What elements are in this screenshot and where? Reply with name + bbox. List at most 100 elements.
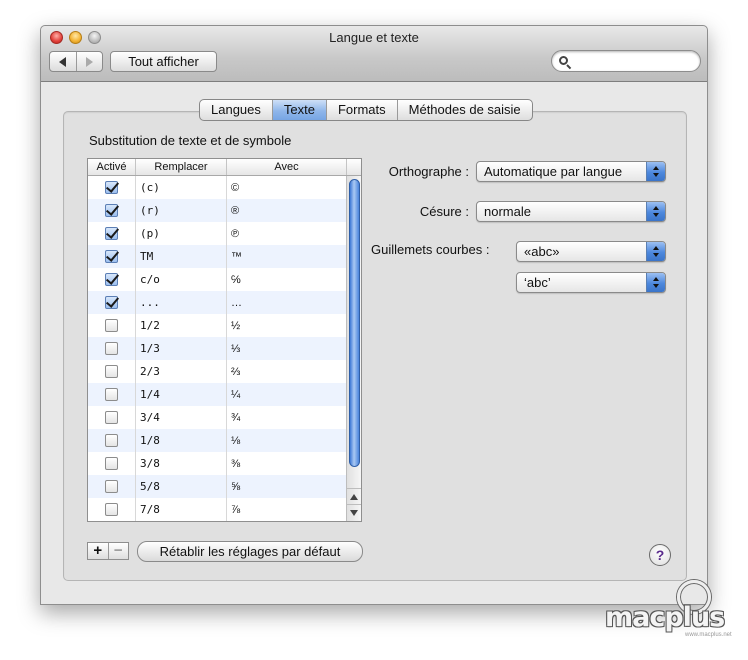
table-row[interactable]: (r) ® <box>88 199 347 222</box>
with-cell[interactable]: ⅞ <box>227 498 347 521</box>
replace-cell[interactable]: (c) <box>136 176 227 199</box>
with-cell[interactable]: © <box>227 176 347 199</box>
table-row[interactable]: 1/2 ½ <box>88 314 347 337</box>
single-quotes-value: ‘abc’ <box>524 275 551 290</box>
tab-methodes-de-saisie[interactable]: Méthodes de saisie <box>396 100 532 120</box>
tab-formats[interactable]: Formats <box>325 100 397 120</box>
enabled-checkbox[interactable] <box>105 250 118 263</box>
scrollbar-thumb[interactable] <box>349 179 360 467</box>
with-cell[interactable]: ℗ <box>227 222 347 245</box>
enabled-checkbox[interactable] <box>105 411 118 424</box>
with-cell[interactable]: ⅜ <box>227 452 347 475</box>
enabled-cell <box>88 291 136 314</box>
replace-cell[interactable]: 1/8 <box>136 429 227 452</box>
table-row[interactable]: 1/4 ¼ <box>88 383 347 406</box>
table-row[interactable]: 3/4 ¾ <box>88 406 347 429</box>
with-cell[interactable]: … <box>227 291 347 314</box>
tab-langues[interactable]: Langues <box>200 100 272 120</box>
column-header-replace[interactable]: Remplacer <box>136 159 227 175</box>
watermark-brand: macplus <box>605 602 725 633</box>
table-row[interactable]: c/o ℅ <box>88 268 347 291</box>
replace-cell[interactable]: 1/2 <box>136 314 227 337</box>
back-forward-group <box>49 51 103 72</box>
hyphenation-popup[interactable]: normale <box>476 201 666 222</box>
replace-cell[interactable]: (r) <box>136 199 227 222</box>
double-quotes-popup[interactable]: «abc» <box>516 241 666 262</box>
enabled-checkbox[interactable] <box>105 388 118 401</box>
table-row[interactable]: 2/3 ⅔ <box>88 360 347 383</box>
replace-cell[interactable]: TM <box>136 245 227 268</box>
remove-entry-button[interactable]: − <box>107 543 129 559</box>
search-input[interactable] <box>574 53 694 69</box>
enabled-checkbox[interactable] <box>105 319 118 332</box>
tab-texte[interactable]: Texte <box>271 100 326 120</box>
table-row[interactable]: TM ™ <box>88 245 347 268</box>
vertical-scrollbar[interactable] <box>346 176 361 521</box>
replace-cell[interactable]: 3/4 <box>136 406 227 429</box>
search-field[interactable] <box>551 50 701 72</box>
table-row[interactable]: ...… <box>88 291 347 314</box>
enabled-checkbox[interactable] <box>105 342 118 355</box>
help-button[interactable]: ? <box>649 544 671 566</box>
with-cell[interactable]: ⅓ <box>227 337 347 360</box>
table-row[interactable]: 1/3 ⅓ <box>88 337 347 360</box>
chevron-right-icon <box>85 56 93 67</box>
with-cell[interactable]: ™ <box>227 245 347 268</box>
forward-button[interactable] <box>75 52 103 71</box>
popup-arrows-icon <box>646 162 665 181</box>
single-quotes-popup[interactable]: ‘abc’ <box>516 272 666 293</box>
with-cell[interactable]: ⅔ <box>227 360 347 383</box>
table-row[interactable]: 5/8 ⅝ <box>88 475 347 498</box>
with-cell[interactable]: ⅝ <box>227 475 347 498</box>
arrow-up-icon <box>350 493 358 500</box>
with-cell[interactable]: ½ <box>227 314 347 337</box>
table-row[interactable]: 3/8 ⅜ <box>88 452 347 475</box>
replace-cell[interactable]: 7/8 <box>136 498 227 521</box>
tab-bar: Langues Texte Formats Méthodes de saisie <box>199 99 533 121</box>
replace-cell[interactable]: c/o <box>136 268 227 291</box>
enabled-checkbox[interactable] <box>105 273 118 286</box>
table-row[interactable]: (c) © <box>88 176 347 199</box>
watermark-site: www.macplus.net <box>685 632 732 638</box>
restore-defaults-button[interactable]: Rétablir les réglages par défaut <box>137 541 363 562</box>
with-cell[interactable]: ¼ <box>227 383 347 406</box>
table-row[interactable]: 1/8 ⅛ <box>88 429 347 452</box>
with-cell[interactable]: ¾ <box>227 406 347 429</box>
scroll-up-button[interactable] <box>347 488 361 504</box>
spelling-popup[interactable]: Automatique par langue <box>476 161 666 182</box>
add-entry-button[interactable]: + <box>88 543 108 559</box>
with-cell[interactable]: ℅ <box>227 268 347 291</box>
replace-cell[interactable]: 1/3 <box>136 337 227 360</box>
replace-cell[interactable]: (p) <box>136 222 227 245</box>
with-cell[interactable]: ⅛ <box>227 429 347 452</box>
enabled-checkbox[interactable] <box>105 181 118 194</box>
scroll-down-button[interactable] <box>347 504 361 520</box>
replace-cell[interactable]: 5/8 <box>136 475 227 498</box>
enabled-checkbox[interactable] <box>105 204 118 217</box>
table-row[interactable]: 7/8 ⅞ <box>88 498 347 521</box>
table-row[interactable]: (p) ℗ <box>88 222 347 245</box>
column-header-enabled[interactable]: Activé <box>88 159 136 175</box>
enabled-cell <box>88 337 136 360</box>
with-cell[interactable]: ® <box>227 199 347 222</box>
column-header-with[interactable]: Avec <box>227 159 347 175</box>
replace-cell[interactable]: 2/3 <box>136 360 227 383</box>
enabled-checkbox[interactable] <box>105 457 118 470</box>
arrow-down-icon <box>350 509 358 516</box>
section-title: Substitution de texte et de symbole <box>89 133 292 148</box>
enabled-checkbox[interactable] <box>105 503 118 516</box>
popup-arrows-icon <box>646 273 665 292</box>
show-all-button[interactable]: Tout afficher <box>110 51 217 72</box>
enabled-checkbox[interactable] <box>105 227 118 240</box>
preferences-window: Langue et texte Tout afficher Langues Te… <box>40 25 708 605</box>
replace-cell[interactable]: 3/8 <box>136 452 227 475</box>
replace-cell[interactable]: 1/4 <box>136 383 227 406</box>
replace-cell[interactable]: ... <box>136 291 227 314</box>
substitution-table: Activé Remplacer Avec (c) © (r) ® (p) ℗ TM ™ c/o… <box>87 158 362 522</box>
enabled-checkbox[interactable] <box>105 480 118 493</box>
enabled-checkbox[interactable] <box>105 434 118 447</box>
table-header: Activé Remplacer Avec <box>88 159 361 176</box>
enabled-checkbox[interactable] <box>105 365 118 378</box>
back-button[interactable] <box>50 52 76 71</box>
enabled-checkbox[interactable] <box>105 296 118 309</box>
